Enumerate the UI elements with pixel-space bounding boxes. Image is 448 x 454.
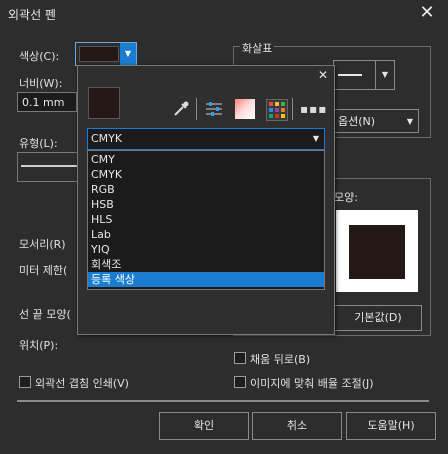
scale-with-image-checkbox[interactable] <box>234 376 246 388</box>
arrow-options-button[interactable]: 옵션(N) ▼ <box>333 109 419 133</box>
overprint-outline-label: 외곽선 겹침 인쇄(V) <box>35 377 129 390</box>
line-caps-label: 선 끝 모양( <box>19 308 71 321</box>
dropdown-arrow-icon[interactable]: ▼ <box>120 43 136 65</box>
list-item[interactable]: YIQ <box>88 242 324 257</box>
line-style-preview <box>21 165 77 167</box>
style-label: 유형(L): <box>19 137 58 150</box>
nib-shape <box>349 225 405 279</box>
color-viewer-icon[interactable] <box>235 99 255 119</box>
color-model-select[interactable]: CMYK ▼ <box>87 128 325 150</box>
scale-with-image-label: 이미지에 맞춰 배율 조절(J) <box>250 377 374 390</box>
end-arrow-dropdown-icon[interactable]: ▼ <box>375 60 395 90</box>
list-item[interactable]: HSB <box>88 197 324 212</box>
more-options-icon[interactable]: ▪▪▪ <box>300 103 326 115</box>
list-item-selected[interactable]: 등록 색상 <box>88 272 324 287</box>
color-palette-icon[interactable] <box>266 99 288 121</box>
chevron-down-icon: ▼ <box>312 134 319 143</box>
close-icon[interactable]: ✕ <box>416 2 438 24</box>
position-label: 위치(P): <box>19 339 59 352</box>
width-label: 너비(W): <box>19 77 63 90</box>
width-value: 0.1 mm <box>22 96 65 109</box>
color-sliders-icon[interactable] <box>204 100 224 118</box>
arrow-line-preview <box>338 74 362 76</box>
color-picker-button[interactable]: ▼ <box>75 42 137 66</box>
help-button[interactable]: 도움말(H) <box>346 412 436 440</box>
end-arrow-selector[interactable] <box>333 60 377 90</box>
close-icon[interactable]: ✕ <box>318 68 328 82</box>
list-item[interactable]: Lab <box>88 227 324 242</box>
list-item[interactable]: HLS <box>88 212 324 227</box>
toolbar-divider <box>292 98 293 120</box>
cancel-button[interactable]: 취소 <box>252 412 342 440</box>
selected-color-swatch <box>88 87 120 119</box>
arrow-options-label: 옵션(N) <box>338 115 376 128</box>
list-item[interactable]: CMYK <box>88 167 324 182</box>
miter-limit-label: 미터 제한( <box>19 264 68 277</box>
color-model-value: CMYK <box>91 132 123 145</box>
chevron-down-icon: ▼ <box>406 117 413 126</box>
behind-fill-checkbox[interactable] <box>234 352 246 364</box>
corners-label: 모서리(R) <box>19 238 66 251</box>
list-item[interactable]: 회색조 <box>88 257 324 272</box>
color-model-list: CMY CMYK RGB HSB HLS Lab YIQ 회색조 등록 색상 <box>87 150 325 290</box>
behind-fill-label: 채움 뒤로(B) <box>250 353 311 366</box>
style-selector[interactable] <box>17 152 81 182</box>
list-item[interactable]: RGB <box>88 182 324 197</box>
calligraphy-shape-label: 모양: <box>334 191 358 204</box>
toolbar-divider <box>196 98 197 120</box>
divider <box>17 400 429 402</box>
window-title: 외곽선 펜 <box>8 8 56 22</box>
list-item[interactable]: CMY <box>88 152 324 167</box>
overprint-outline-checkbox[interactable] <box>19 376 31 388</box>
eyedropper-icon[interactable] <box>172 100 190 118</box>
color-swatch <box>79 46 119 62</box>
ok-button[interactable]: 확인 <box>159 412 249 440</box>
width-field[interactable]: 0.1 mm <box>17 92 77 112</box>
default-button[interactable]: 기본값(D) <box>334 305 422 331</box>
nib-shape-preview[interactable] <box>336 210 418 292</box>
arrows-label: 화살표 <box>240 40 275 56</box>
color-label: 색상(C): <box>19 50 60 63</box>
